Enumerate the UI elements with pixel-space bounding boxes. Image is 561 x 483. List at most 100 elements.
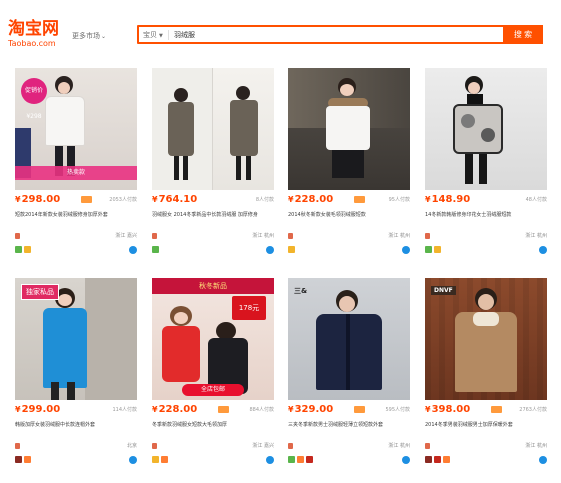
brand-logo: 三&	[294, 287, 308, 295]
product-title[interactable]: 短款2014年新款女装羽绒服修身加厚外套	[15, 211, 137, 228]
badge-icon	[434, 246, 441, 253]
promo-banner: 全店包邮	[182, 384, 244, 396]
product-image[interactable]: 独家私品	[15, 278, 137, 400]
wangwang-chat-icon[interactable]	[539, 246, 547, 254]
price: ¥298.00	[15, 194, 61, 205]
price: ¥764.10	[152, 194, 198, 205]
shop-row: 浙江 杭州	[425, 232, 547, 240]
badge-icon	[15, 456, 22, 463]
product-image[interactable]	[152, 68, 274, 190]
logo-chinese: 淘宝网	[8, 19, 59, 39]
product-card[interactable]: DNVF ¥398.00 2763人付款 2014冬季男装羽绒服男士加厚保暖外套…	[421, 274, 551, 473]
promo-tag-icon	[354, 196, 365, 203]
product-title[interactable]: 14冬新款韩版修身印花女士羽绒服短款	[425, 211, 547, 228]
product-image[interactable]: DNVF	[425, 278, 547, 400]
product-title[interactable]: 2014秋冬新款女装毛领羽绒服短款	[288, 211, 410, 228]
product-card[interactable]: 独家私品 ¥299.00 114人付款 韩版加厚女装羽绒服中长款连帽外套 北京	[11, 274, 141, 473]
badge-icon	[443, 456, 450, 463]
location: 浙江 杭州	[525, 233, 547, 239]
badges	[15, 246, 137, 256]
sales-count: 48人付款	[525, 197, 547, 203]
badge-icon	[297, 456, 304, 463]
badges	[288, 456, 410, 466]
promo-banner: 热卖款	[15, 166, 137, 180]
product-title[interactable]: 冬季新款羽绒服女短款大毛领加厚	[152, 421, 274, 438]
crown-icon	[288, 246, 295, 253]
product-image[interactable]: 秋冬新品 178元 全店包邮	[152, 278, 274, 400]
badges	[425, 456, 547, 466]
wangwang-chat-icon[interactable]	[539, 456, 547, 464]
promo-tag-icon	[218, 406, 229, 413]
chevron-down-icon: ⌄	[101, 33, 107, 40]
sales-count: 884人付款	[249, 407, 274, 413]
brand-logo: DNVF	[431, 286, 456, 295]
price-row: ¥148.90 48人付款	[425, 194, 547, 208]
product-title[interactable]: 羽绒服女 2014冬季新品中长款羽绒服 加厚修身	[152, 211, 274, 228]
wangwang-chat-icon[interactable]	[266, 246, 274, 254]
chevron-down-icon: ▼	[159, 33, 163, 39]
wangwang-chat-icon[interactable]	[266, 456, 274, 464]
shop-icon	[152, 443, 157, 449]
badge-icon	[425, 456, 432, 463]
shop-row: 北京	[15, 442, 137, 450]
product-card[interactable]: ¥228.00 95人付款 2014秋冬新款女装毛领羽绒服短款 浙江 杭州	[284, 64, 414, 263]
search-input[interactable]: 羽绒服	[174, 30, 195, 40]
product-card[interactable]: 三& ¥329.00 595人付款 三夹冬季新款男士羽绒服轻薄立领短款外套 浙江…	[284, 274, 414, 473]
price: ¥398.00	[425, 404, 471, 415]
product-grid: 促销价 ¥298 热卖款 ¥298.00 2053人付款 短款2014年新款女装…	[11, 64, 551, 474]
price-row: ¥398.00 2763人付款	[425, 404, 547, 418]
shop-row: 浙江 杭州	[152, 232, 274, 240]
search-button[interactable]: 搜 索	[503, 25, 543, 44]
price-row: ¥298.00 2053人付款	[15, 194, 137, 208]
shop-row: 浙江 杭州	[288, 232, 410, 240]
header: 淘宝网 Taobao.com 更多市场⌄ 宝贝 ▼ 羽绒服 搜 索	[0, 0, 561, 58]
shop-icon	[425, 443, 430, 449]
product-card[interactable]: ¥764.10 8人付款 羽绒服女 2014冬季新品中长款羽绒服 加厚修身 浙江…	[148, 64, 278, 263]
taobao-logo[interactable]: 淘宝网 Taobao.com	[8, 20, 68, 48]
shop-icon	[15, 443, 20, 449]
sales-count: 2763人付款	[519, 407, 547, 413]
product-image[interactable]: 三&	[288, 278, 410, 400]
wangwang-chat-icon[interactable]	[402, 246, 410, 254]
shop-row: 浙江 杭州	[425, 442, 547, 450]
product-image[interactable]: 促销价 ¥298 热卖款	[15, 68, 137, 190]
location: 浙江 杭州	[525, 443, 547, 449]
wangwang-chat-icon[interactable]	[129, 456, 137, 464]
price-row: ¥228.00 884人付款	[152, 404, 274, 418]
price: ¥228.00	[288, 194, 334, 205]
location: 浙江 杭州	[388, 443, 410, 449]
product-title[interactable]: 2014冬季男装羽绒服男士加厚保暖外套	[425, 421, 547, 438]
badge-icon	[425, 246, 432, 253]
badges	[152, 456, 274, 466]
crown-icon	[152, 456, 159, 463]
location: 浙江 嘉兴	[252, 443, 274, 449]
badge-icon	[288, 456, 295, 463]
promo-circle: 促销价 ¥298	[21, 78, 47, 120]
product-card[interactable]: ¥148.90 48人付款 14冬新款韩版修身印花女士羽绒服短款 浙江 杭州	[421, 64, 551, 263]
wangwang-chat-icon[interactable]	[129, 246, 137, 254]
promo-tag-icon	[81, 196, 92, 203]
price-row: ¥299.00 114人付款	[15, 404, 137, 418]
product-card[interactable]: 秋冬新品 178元 全店包邮 ¥228.00 884人付款 冬季新款羽绒服女短款…	[148, 274, 278, 473]
wangwang-chat-icon[interactable]	[402, 456, 410, 464]
product-image[interactable]	[425, 68, 547, 190]
logo-english: Taobao.com	[8, 39, 56, 48]
search-bar: 宝贝 ▼ 羽绒服 搜 索	[137, 25, 543, 44]
shop-row: 浙江 嘉兴	[15, 232, 137, 240]
search-type-label: 宝贝	[143, 31, 157, 39]
promo-tag-icon	[354, 406, 365, 413]
badges	[15, 456, 137, 466]
sales-count: 114人付款	[112, 407, 137, 413]
badge-icon	[24, 246, 31, 253]
search-type-dropdown[interactable]: 宝贝 ▼	[143, 30, 163, 40]
badge-icon	[152, 246, 159, 253]
badges	[152, 246, 274, 256]
product-image[interactable]	[288, 68, 410, 190]
shop-icon	[15, 233, 20, 239]
price: ¥329.00	[288, 404, 334, 415]
product-card[interactable]: 促销价 ¥298 热卖款 ¥298.00 2053人付款 短款2014年新款女装…	[11, 64, 141, 263]
more-market-dropdown[interactable]: 更多市场⌄	[72, 31, 106, 41]
shop-icon	[425, 233, 430, 239]
product-title[interactable]: 韩版加厚女装羽绒服中长款连帽外套	[15, 421, 137, 438]
product-title[interactable]: 三夹冬季新款男士羽绒服轻薄立领短款外套	[288, 421, 410, 438]
